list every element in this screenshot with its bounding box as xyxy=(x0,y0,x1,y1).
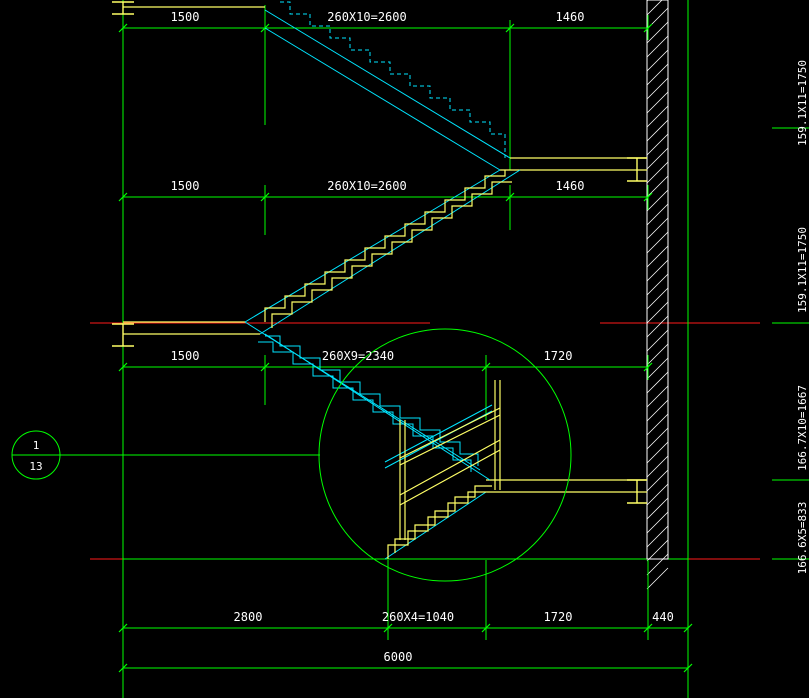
detail-number: 1 xyxy=(33,439,40,452)
hatch-line xyxy=(646,105,669,128)
stair-flight-third xyxy=(244,321,493,481)
hatch-line xyxy=(646,553,669,576)
dimension-chains xyxy=(122,5,809,698)
hatch-line xyxy=(646,371,669,394)
hatch-line xyxy=(646,441,669,464)
vdim-flight1: 159.1X11=1750 xyxy=(796,60,809,146)
dim-row3-landing: 1500 xyxy=(171,349,200,363)
hatch-line xyxy=(646,217,669,240)
hatch-line xyxy=(646,287,669,310)
frame-lines xyxy=(122,0,689,698)
hatch-line xyxy=(646,427,669,450)
dim-row3-run: 260X9=2340 xyxy=(322,349,394,363)
dim-bottom-seg2: 260X4=1040 xyxy=(382,610,454,624)
beam-mid-left xyxy=(112,323,134,347)
hatch-line xyxy=(646,357,669,380)
cad-drawing-canvas: 1 13 1500 260X10=2600 1460 1500 260X10=2… xyxy=(11,0,809,698)
hatch-line xyxy=(646,525,669,548)
hatch-line xyxy=(646,315,669,338)
vertical-dimension-labels: 159.1X11=1750 159.1X11=1750 166.7X10=166… xyxy=(796,60,809,574)
beam-sections xyxy=(112,1,647,504)
hatch-line xyxy=(646,567,669,590)
hatch-line xyxy=(646,133,669,156)
dimension-labels: 1500 260X10=2600 1460 1500 260X10=2600 1… xyxy=(171,10,674,664)
stair-flight-top xyxy=(264,1,511,171)
hatch-line xyxy=(646,385,669,408)
hatch-line xyxy=(646,161,669,184)
vdim-flight2: 159.1X11=1750 xyxy=(796,227,809,313)
dim-overall: 6000 xyxy=(384,650,413,664)
hatch-line xyxy=(646,203,669,226)
landing-slabs xyxy=(123,6,647,493)
hatch-line xyxy=(646,147,669,170)
stair-flight-second xyxy=(244,169,521,335)
hatch-line xyxy=(646,0,663,16)
hatch-line xyxy=(646,301,669,324)
hatch-line xyxy=(646,273,669,296)
hatch-line xyxy=(646,245,669,268)
dim-row1-landing: 1500 xyxy=(171,10,200,24)
hatch-line xyxy=(646,343,669,366)
dim-row2-landing: 1500 xyxy=(171,179,200,193)
hatch-line xyxy=(646,259,669,282)
hatch-line xyxy=(646,497,669,520)
hatch-line xyxy=(646,483,669,506)
detail-callout-bubble[interactable]: 1 13 xyxy=(11,430,61,480)
hatch-line xyxy=(646,189,669,212)
hatch-line xyxy=(646,91,669,114)
hatch-line xyxy=(646,413,669,436)
dim-row1-top-landing: 1460 xyxy=(556,10,585,24)
hatch-line xyxy=(646,77,669,100)
dim-row2-top-landing: 1460 xyxy=(556,179,585,193)
hatch-line xyxy=(646,175,669,198)
hatch-line xyxy=(646,329,669,352)
hatch-line xyxy=(646,455,669,478)
hatch-line xyxy=(646,35,669,58)
hatch-line xyxy=(646,511,669,534)
hatch-line xyxy=(646,469,669,492)
dim-bottom-seg1: 2800 xyxy=(234,610,263,624)
dim-row1-run: 260X10=2600 xyxy=(327,10,406,24)
dim-bottom-seg4: 440 xyxy=(652,610,674,624)
stair-flight-bottom xyxy=(384,380,501,560)
detail-sheet: 13 xyxy=(29,460,42,473)
beam-top-left xyxy=(112,1,134,15)
hatch-line xyxy=(646,231,669,254)
hatch-line xyxy=(646,49,669,72)
hatch-line xyxy=(646,119,669,142)
dim-row2-run: 260X10=2600 xyxy=(327,179,406,193)
hatch-line xyxy=(646,539,669,562)
vdim-flight4: 166.6X5=833 xyxy=(796,502,809,575)
dim-row3-top-landing: 1720 xyxy=(544,349,573,363)
vdim-flight3: 166.7X10=1667 xyxy=(796,385,809,471)
hatch-line xyxy=(646,399,669,422)
hatch-line xyxy=(646,63,669,86)
dim-bottom-seg3: 1720 xyxy=(544,610,573,624)
wall-hatch xyxy=(646,0,669,590)
